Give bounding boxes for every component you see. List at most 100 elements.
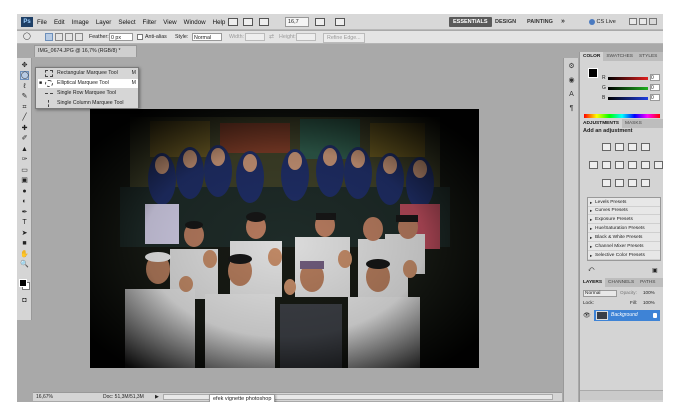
height-field[interactable] [296, 33, 316, 41]
zoom-level-field[interactable]: 16,7 [285, 17, 309, 27]
blend-mode-select[interactable]: Normal [583, 290, 617, 297]
menu-filter[interactable]: Filter [143, 19, 157, 26]
hand-tool-icon[interactable]: ✋ [20, 250, 29, 259]
type-tool-icon[interactable]: T [20, 218, 29, 227]
history-icon[interactable]: ⚙ [567, 62, 576, 71]
zoom-tool-icon[interactable]: 🔍 [20, 260, 29, 269]
paragraph-icon[interactable]: ¶ [567, 104, 576, 113]
hue-saturation-icon[interactable] [602, 161, 611, 169]
return-icon[interactable]: ⤺ [588, 267, 594, 274]
single-row-marquee-tool-item[interactable]: Single Row Marquee Tool [38, 89, 138, 98]
workspace-painting-button[interactable]: PAINTING [523, 17, 557, 27]
workspace-design-button[interactable]: DESIGN [491, 17, 520, 27]
tab-channels[interactable]: CHANNELS [605, 278, 637, 287]
view-extras-icon[interactable] [259, 18, 269, 26]
shape-tool-icon[interactable]: ■ [20, 239, 29, 248]
blue-slider[interactable] [608, 97, 648, 100]
lasso-tool-icon[interactable]: ℓ [20, 82, 29, 91]
gradient-map-icon[interactable] [641, 179, 650, 187]
move-tool-icon[interactable]: ✥ [20, 61, 29, 70]
intersect-selection-icon[interactable] [75, 33, 83, 41]
photo-filter-icon[interactable] [641, 161, 650, 169]
clone-stamp-tool-icon[interactable]: ▲ [20, 145, 29, 154]
history-brush-tool-icon[interactable]: ✑ [20, 155, 29, 164]
preset-channel-mixer[interactable]: Channel Mixer Presets [588, 243, 660, 251]
tab-color[interactable]: COLOR [580, 52, 604, 61]
marquee-tool-preset-icon[interactable]: ◯ [23, 33, 31, 41]
menu-edit[interactable]: Edit [54, 19, 65, 26]
menu-view[interactable]: View [163, 19, 176, 26]
red-slider[interactable] [608, 77, 648, 80]
foreground-color-swatch[interactable] [19, 279, 27, 287]
launch-mini-bridge-icon[interactable] [243, 18, 253, 26]
blur-tool-icon[interactable]: ● [20, 187, 29, 196]
more-workspaces-button[interactable]: » [557, 17, 569, 27]
elliptical-marquee-tool-item[interactable]: ■ Elliptical Marquee Tool M [38, 79, 138, 88]
spot-healing-tool-icon[interactable]: ✚ [20, 124, 29, 133]
menu-help[interactable]: Help [213, 19, 226, 26]
character-icon[interactable]: A [567, 90, 576, 99]
anti-alias-checkbox[interactable] [137, 34, 143, 40]
exposure-icon[interactable] [641, 143, 650, 151]
eyedropper-tool-icon[interactable]: ╱ [20, 113, 29, 122]
dodge-tool-icon[interactable]: ◐ [20, 197, 29, 206]
document-tab[interactable]: IMG_0674.JPG @ 16,7% (RGB/8) * [34, 45, 137, 57]
workspace-essentials-button[interactable]: ESSENTIALS [449, 17, 492, 27]
levels-icon[interactable] [615, 143, 624, 151]
refine-edge-button[interactable]: Refine Edge... [323, 33, 365, 43]
tab-swatches[interactable]: SWATCHES [603, 52, 636, 61]
tab-adjustments[interactable]: ADJUSTMENTS [580, 119, 622, 128]
minimize-icon[interactable] [629, 18, 637, 25]
close-icon[interactable] [649, 18, 657, 25]
preset-hue-saturation[interactable]: Hue/Saturation Presets [588, 225, 660, 233]
menu-image[interactable]: Image [72, 19, 89, 26]
pen-tool-icon[interactable]: ✒ [20, 208, 29, 217]
tab-paths[interactable]: PATHS [637, 278, 658, 287]
single-column-marquee-tool-item[interactable]: Single Column Marquee Tool [38, 99, 138, 108]
preset-exposure[interactable]: Exposure Presets [588, 216, 660, 224]
style-select[interactable]: Normal [192, 33, 222, 41]
preset-curves[interactable]: Curves Presets [588, 207, 660, 215]
panel-options-icon[interactable]: ▣ [652, 267, 658, 274]
menu-window[interactable]: Window [184, 19, 206, 26]
menu-layer[interactable]: Layer [96, 19, 111, 26]
path-selection-tool-icon[interactable]: ➤ [20, 229, 29, 238]
crop-tool-icon[interactable]: ⌗ [20, 103, 29, 112]
red-value-field[interactable]: 0 [650, 74, 660, 81]
green-slider[interactable] [608, 87, 648, 90]
arrange-documents-icon[interactable] [315, 18, 325, 26]
tab-masks[interactable]: MASKS [622, 119, 645, 128]
rectangular-marquee-tool-item[interactable]: Rectangular Marquee Tool M [38, 69, 138, 78]
color-panel-foreground-swatch[interactable] [588, 68, 598, 78]
threshold-icon[interactable] [628, 179, 637, 187]
invert-icon[interactable] [602, 179, 611, 187]
width-field[interactable] [245, 33, 265, 41]
cs-live-button[interactable]: CS Live [589, 17, 616, 27]
opacity-field[interactable]: 100% [643, 290, 655, 295]
black-white-icon[interactable] [628, 161, 637, 169]
quick-selection-tool-icon[interactable]: ✎ [20, 92, 29, 101]
color-spectrum-bar[interactable] [584, 114, 660, 118]
posterize-icon[interactable] [615, 179, 624, 187]
tab-styles[interactable]: STYLES [636, 52, 660, 61]
gradient-tool-icon[interactable]: ▣ [20, 176, 29, 185]
preset-black-white[interactable]: Black & White Presets [588, 234, 660, 242]
green-value-field[interactable]: 0 [650, 84, 660, 91]
blue-value-field[interactable]: 0 [650, 94, 660, 101]
curves-icon[interactable] [628, 143, 637, 151]
brush-tool-icon[interactable]: ✐ [20, 134, 29, 143]
quick-mask-icon[interactable]: ◘ [20, 296, 29, 305]
layer-visibility-eye-icon[interactable]: 👁 [583, 312, 591, 319]
status-zoom[interactable]: 16,67% [36, 393, 53, 401]
status-arrow-icon[interactable]: ▶ [155, 393, 159, 401]
preset-selective-color[interactable]: Selective Color Presets [588, 252, 660, 260]
preset-levels[interactable]: Levels Presets [588, 199, 660, 207]
feather-field[interactable]: 0 px [109, 33, 133, 41]
maximize-icon[interactable] [639, 18, 647, 25]
new-selection-icon[interactable] [45, 33, 53, 41]
brightness-contrast-icon[interactable] [602, 143, 611, 151]
actions-icon[interactable]: ◉ [567, 76, 576, 85]
add-selection-icon[interactable] [55, 33, 63, 41]
elliptical-marquee-tool-icon[interactable]: ◯ [20, 71, 29, 80]
layer-background[interactable]: Background [594, 310, 660, 321]
